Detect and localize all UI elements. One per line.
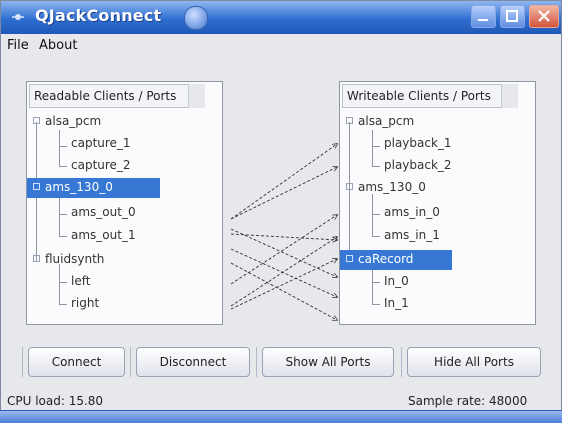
maximize-icon: [506, 10, 518, 22]
connect-button-label: Connect: [51, 355, 102, 369]
tree-item-in-0[interactable]: In_0: [340, 272, 530, 292]
tree-item-label: left: [71, 274, 91, 288]
window-title: QJackConnect: [35, 6, 162, 25]
tree-item-in-1[interactable]: In_1: [340, 294, 530, 314]
tree-item-label: ams_out_1: [71, 228, 136, 242]
disconnect-button-label: Disconnect: [159, 355, 227, 369]
expander-icon[interactable]: [346, 255, 353, 262]
header-filler: [501, 84, 518, 108]
show-all-ports-button[interactable]: Show All Ports: [256, 347, 394, 377]
show-all-ports-label: Show All Ports: [285, 355, 371, 369]
tree-item-ams-130-0[interactable]: ams_130_0: [27, 178, 160, 198]
tree-item-label: In_0: [384, 274, 409, 288]
menu-about[interactable]: About: [39, 38, 77, 53]
tree-item-label: ams_130_0: [45, 180, 113, 194]
tree-item-right[interactable]: right: [27, 294, 217, 314]
readable-header-label: Readable Clients / Ports: [34, 89, 177, 103]
menu-file-label: File: [7, 38, 29, 53]
connection-line: [230, 259, 337, 310]
tree-item-label: ams_in_0: [384, 205, 440, 219]
tree-item-ams-out-1[interactable]: ams_out_1: [27, 226, 217, 246]
tree-item-label: capture_2: [71, 158, 131, 172]
hide-all-ports-button[interactable]: Hide All Ports: [401, 347, 541, 377]
app-window: QJackConnect File About Readable Clients…: [0, 0, 562, 416]
readable-clients-panel[interactable]: Readable Clients / Ports alsa_pcm captur…: [26, 81, 223, 325]
expander-icon[interactable]: [33, 117, 40, 124]
sample-rate-text: Sample rate: 48000: [408, 394, 528, 408]
tree-item-carecord[interactable]: caRecord: [340, 250, 452, 270]
connection-line: [230, 144, 337, 220]
connection-line: [230, 262, 337, 320]
tree-item-label: playback_1: [384, 136, 452, 150]
app-menu-icon[interactable]: [11, 10, 25, 24]
connection-line: [230, 233, 337, 240]
minimize-icon: [478, 19, 488, 21]
tree-item-label: In_1: [384, 296, 409, 310]
tree-item-label: ams_out_0: [71, 205, 136, 219]
tree-item-ams-130-0[interactable]: ams_130_0: [340, 178, 530, 198]
expander-icon[interactable]: [33, 183, 40, 190]
readable-panel-header[interactable]: Readable Clients / Ports: [29, 84, 205, 108]
menu-file[interactable]: File: [7, 38, 29, 53]
tree-item-left[interactable]: left: [27, 272, 217, 292]
tree-item-playback-2[interactable]: playback_2: [340, 156, 530, 176]
tree-item-label: ams_130_0: [358, 180, 426, 194]
tree-item-playback-1[interactable]: playback_1: [340, 134, 530, 154]
hide-all-ports-label: Hide All Ports: [434, 355, 514, 369]
tree-item-capture-1[interactable]: capture_1: [27, 134, 217, 154]
maximize-button[interactable]: [500, 5, 525, 28]
menu-bar: File About: [1, 35, 561, 57]
close-button[interactable]: [529, 5, 559, 28]
tree-item-ams-out-0[interactable]: ams_out_0: [27, 203, 217, 223]
close-icon: [538, 10, 550, 22]
expander-icon[interactable]: [346, 183, 353, 190]
cpu-load-text: CPU load: 15.80: [7, 394, 104, 408]
tree-item-alsa-pcm[interactable]: alsa_pcm: [27, 112, 217, 132]
title-bar[interactable]: QJackConnect: [1, 1, 561, 34]
connection-line: [230, 167, 337, 220]
tree-item-label: caRecord: [358, 252, 414, 266]
writable-header-label: Writeable Clients / Ports: [347, 89, 491, 103]
menu-about-label: About: [39, 38, 78, 53]
tree-item-label: fluidsynth: [45, 252, 105, 266]
connection-line: [230, 228, 337, 277]
tree-item-label: playback_2: [384, 158, 452, 172]
taskbar[interactable]: [0, 410, 562, 423]
tree-item-label: ams_in_1: [384, 228, 440, 242]
header-filler: [188, 84, 205, 108]
connection-line: [230, 248, 337, 297]
qjackconnect-icon: [184, 6, 208, 30]
writable-panel-header[interactable]: Writeable Clients / Ports: [342, 84, 518, 108]
expander-icon[interactable]: [346, 117, 353, 124]
expander-icon[interactable]: [33, 255, 40, 262]
tree-item-capture-2[interactable]: capture_2: [27, 156, 217, 176]
tree-item-fluidsynth[interactable]: fluidsynth: [27, 250, 217, 270]
status-bar: CPU load: 15.80 Sample rate: 48000: [1, 393, 561, 411]
tree-item-label: alsa_pcm: [358, 114, 415, 128]
disconnect-button[interactable]: Disconnect: [130, 347, 250, 377]
connection-line: [230, 215, 337, 285]
minimize-button[interactable]: [471, 5, 496, 28]
connection-line: [230, 237, 337, 307]
writable-clients-panel[interactable]: Writeable Clients / Ports alsa_pcm playb…: [339, 81, 536, 325]
tree-item-label: right: [71, 296, 100, 310]
tree-item-label: alsa_pcm: [45, 114, 102, 128]
tree-item-ams-in-0[interactable]: ams_in_0: [340, 203, 530, 223]
tree-item-label: capture_1: [71, 136, 131, 150]
tree-item-alsa-pcm[interactable]: alsa_pcm: [340, 112, 530, 132]
tree-item-ams-in-1[interactable]: ams_in_1: [340, 226, 530, 246]
connect-button[interactable]: Connect: [22, 347, 125, 377]
